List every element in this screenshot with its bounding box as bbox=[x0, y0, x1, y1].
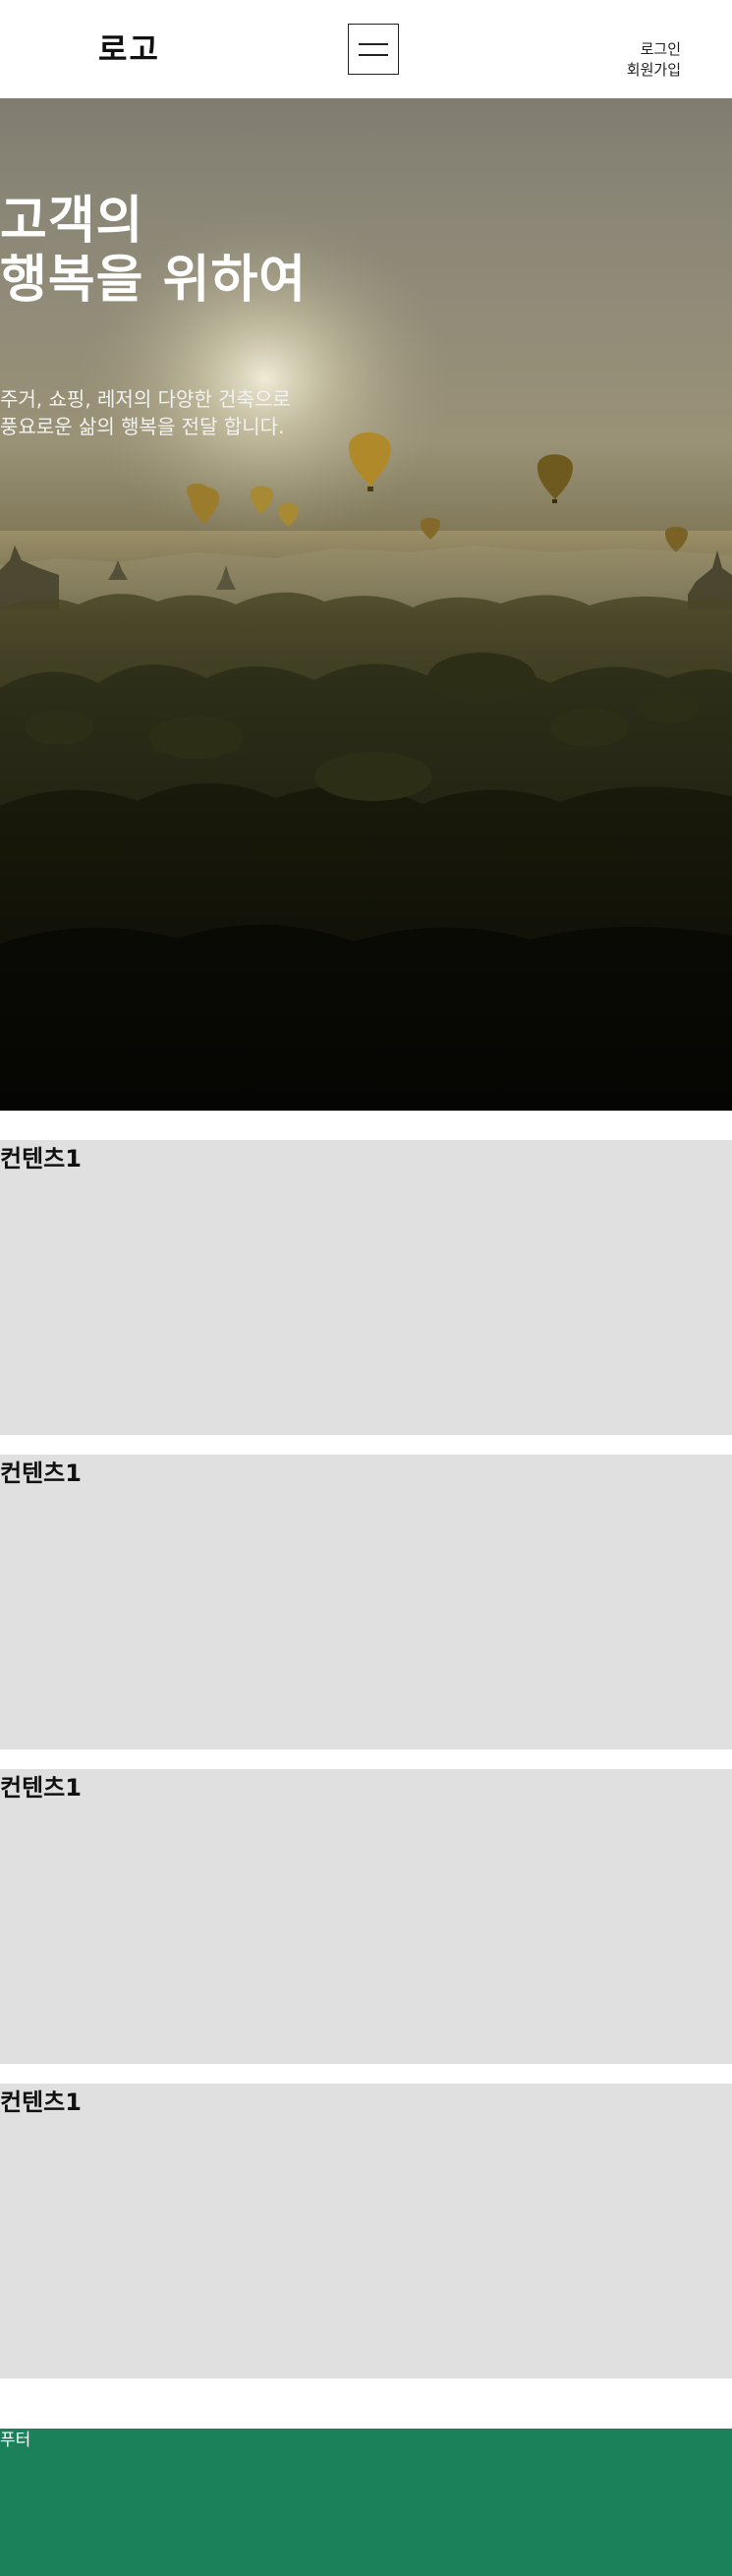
content-section-title: 컨텐츠1 bbox=[0, 1460, 82, 1487]
content-section-title: 컨텐츠1 bbox=[0, 1145, 82, 1173]
hero-title: 고객의 행복을 위하여 bbox=[0, 192, 732, 310]
content-section-4: 컨텐츠1 bbox=[0, 2084, 732, 2378]
hero-title-line1: 고객의 bbox=[0, 192, 144, 251]
content-section-1: 컨텐츠1 bbox=[0, 1140, 732, 1435]
page: 로고 로그인 회원가입 고객의 행복을 위하여 주거, 쇼핑, 레저의 다양한 … bbox=[0, 0, 732, 2576]
hamburger-menu-button[interactable] bbox=[348, 24, 399, 75]
menu-icon-bar-top bbox=[359, 43, 388, 45]
hero-banner: 고객의 행복을 위하여 주거, 쇼핑, 레저의 다양한 건축으로 풍요로운 삶의… bbox=[0, 98, 732, 1111]
footer-text: 푸터 bbox=[0, 2431, 31, 2450]
hero-title-line2: 행복을 위하여 bbox=[0, 251, 308, 310]
site-header: 로고 로그인 회원가입 bbox=[0, 0, 732, 98]
hero-subtitle-line1: 주거, 쇼핑, 레저의 다양한 건축으로 bbox=[0, 387, 291, 411]
hero-subtitle: 주거, 쇼핑, 레저의 다양한 건축으로 풍요로운 삶의 행복을 전달 합니다. bbox=[0, 385, 732, 440]
signup-link[interactable]: 회원가입 bbox=[627, 60, 681, 81]
content-section-2: 컨텐츠1 bbox=[0, 1455, 732, 1749]
content-section-title: 컨텐츠1 bbox=[0, 2089, 82, 2116]
content-section-title: 컨텐츠1 bbox=[0, 1774, 82, 1802]
login-link[interactable]: 로그인 bbox=[627, 39, 681, 60]
auth-links: 로그인 회원가입 bbox=[627, 39, 681, 81]
hero-subtitle-line2: 풍요로운 삶의 행복을 전달 합니다. bbox=[0, 415, 285, 438]
logo[interactable]: 로고 bbox=[98, 29, 160, 69]
menu-icon-bar-bottom bbox=[359, 54, 388, 56]
site-footer: 푸터 bbox=[0, 2429, 732, 2576]
content-section-3: 컨텐츠1 bbox=[0, 1769, 732, 2064]
